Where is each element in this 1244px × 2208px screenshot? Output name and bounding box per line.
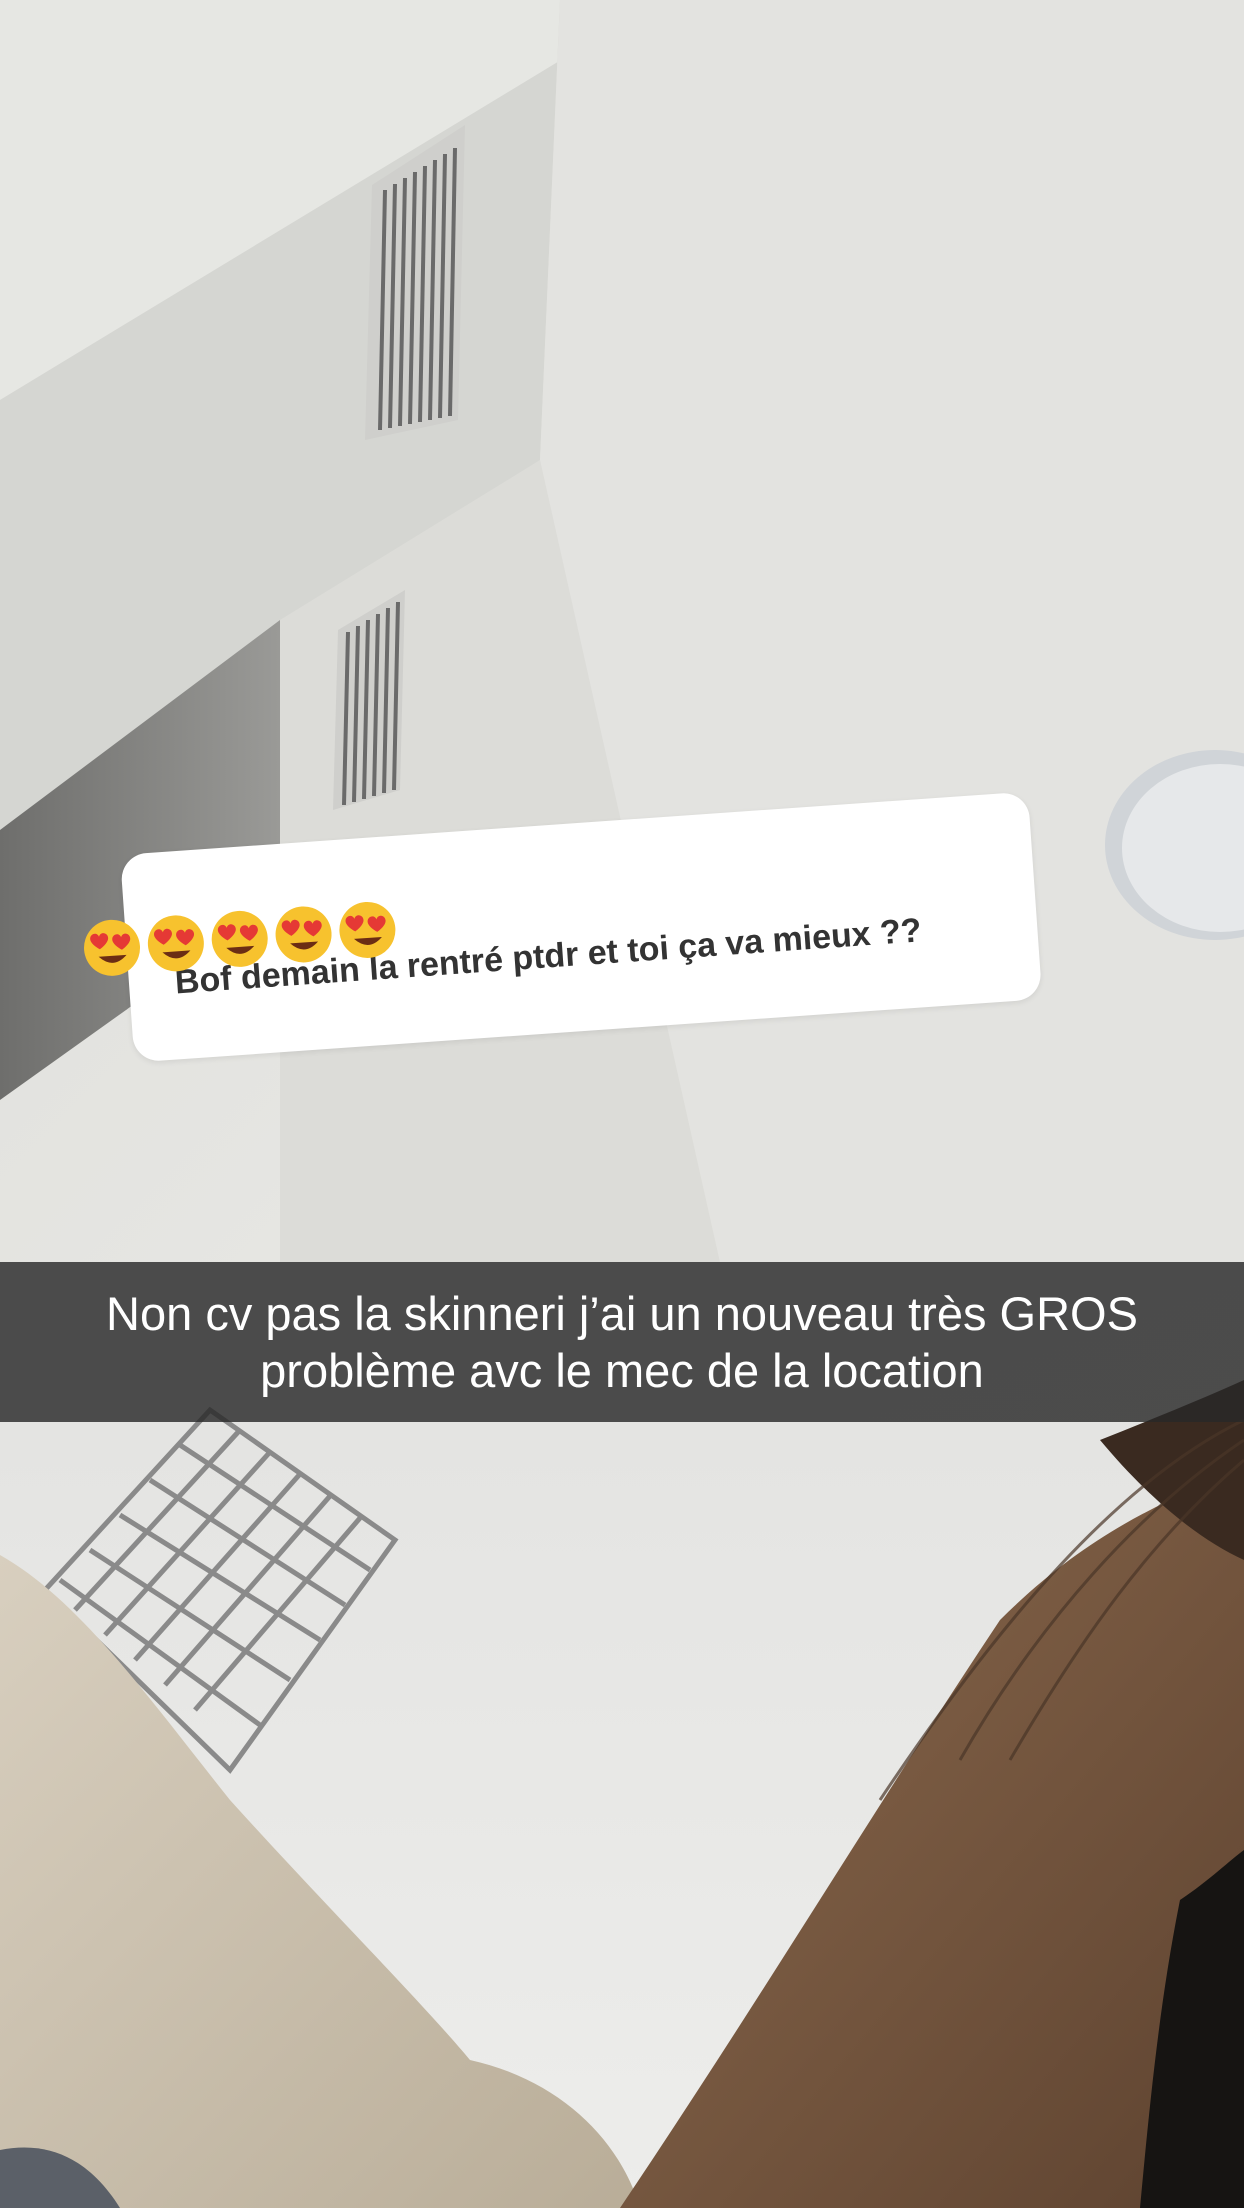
heart-eyes-emoji-icon	[208, 907, 272, 971]
heart-eyes-emoji-icon	[335, 898, 399, 962]
heart-eyes-emoji-icon	[272, 902, 336, 966]
caption-bar[interactable]: Non cv pas la skinneri j’ai un nouveau t…	[0, 1262, 1244, 1422]
heart-eyes-emoji-icon	[80, 916, 144, 980]
heart-eyes-emoji-icon	[144, 911, 208, 975]
caption-text: Non cv pas la skinneri j’ai un nouveau t…	[106, 1287, 1138, 1397]
snap-viewer[interactable]: Bof demain la rentré ptdr et toi ça va m…	[0, 0, 1244, 2208]
photo-background	[0, 0, 1244, 2208]
